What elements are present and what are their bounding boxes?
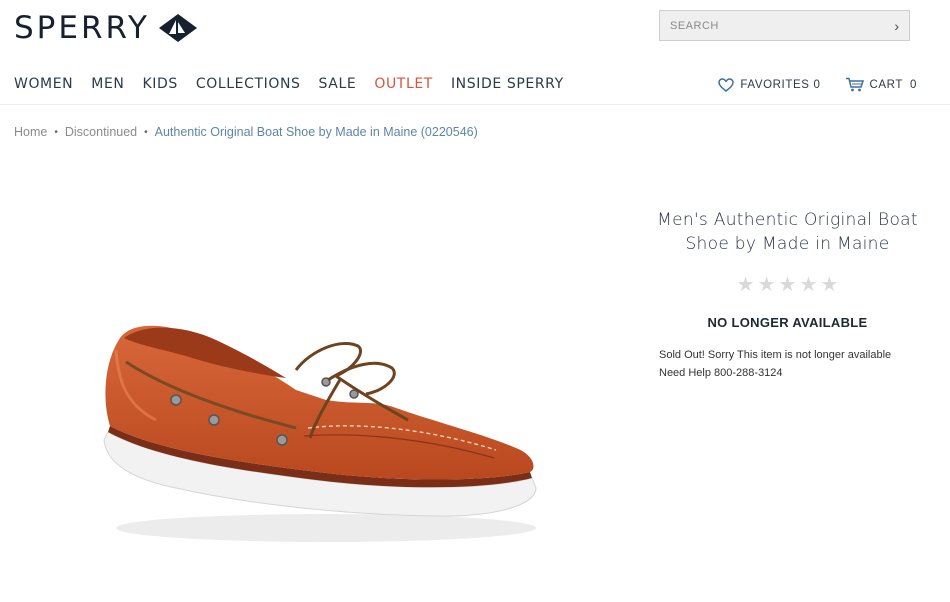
product-info: Men's Authentic Original Boat Shoe by Ma… bbox=[655, 208, 920, 382]
star-icon: ★ bbox=[820, 274, 839, 296]
nav-kids[interactable]: KIDS bbox=[142, 76, 177, 92]
cart-icon bbox=[845, 77, 864, 92]
header-divider bbox=[0, 104, 950, 105]
breadcrumb-separator: • bbox=[144, 126, 148, 138]
breadcrumb-discontinued[interactable]: Discontinued bbox=[65, 125, 137, 139]
cart-count: 0 bbox=[910, 78, 917, 91]
utility-nav: FAVORITES 0 CART 0 bbox=[694, 77, 917, 92]
sperry-logo[interactable]: SPERRY bbox=[14, 10, 198, 46]
favorites-label: FAVORITES bbox=[740, 78, 810, 91]
search-input[interactable] bbox=[670, 19, 870, 32]
main-nav: WOMEN MEN KIDS COLLECTIONS SALE OUTLET I… bbox=[14, 76, 582, 92]
star-icon: ★ bbox=[757, 274, 776, 296]
favorites-link[interactable]: FAVORITES 0 bbox=[718, 77, 821, 92]
cart-label: CART bbox=[869, 78, 903, 91]
star-icon: ★ bbox=[799, 274, 818, 296]
star-icon: ★ bbox=[778, 274, 797, 296]
product-title: Men's Authentic Original Boat Shoe by Ma… bbox=[657, 210, 918, 254]
search-submit-chevron-icon[interactable]: › bbox=[894, 18, 899, 34]
heart-icon bbox=[718, 77, 735, 92]
sold-out-text: Sold Out! Sorry This item is not longer … bbox=[659, 349, 892, 361]
favorites-count: 0 bbox=[813, 78, 821, 91]
nav-women[interactable]: WOMEN bbox=[14, 76, 73, 92]
sail-diamond-icon bbox=[159, 14, 197, 42]
sold-out-message: Sold Out! Sorry This item is not longer … bbox=[655, 346, 920, 382]
nav-outlet[interactable]: OUTLET bbox=[374, 76, 433, 92]
rating-stars[interactable]: ★ ★ ★ ★ ★ bbox=[655, 272, 920, 297]
nav-inside-sperry[interactable]: INSIDE SPERRY bbox=[451, 76, 564, 92]
breadcrumb-separator: • bbox=[54, 126, 58, 138]
nav-men[interactable]: MEN bbox=[91, 76, 124, 92]
cart-link[interactable]: CART 0 bbox=[845, 77, 918, 92]
help-phone-text[interactable]: Need Help 800-288-3124 bbox=[659, 364, 920, 382]
logo-text: SPERRY bbox=[14, 10, 150, 46]
boat-shoe-image[interactable] bbox=[96, 310, 546, 555]
nav-sale[interactable]: SALE bbox=[319, 76, 357, 92]
breadcrumb-current[interactable]: Authentic Original Boat Shoe by Made in … bbox=[155, 125, 478, 139]
availability-status: NO LONGER AVAILABLE bbox=[707, 315, 868, 330]
star-icon: ★ bbox=[736, 274, 755, 296]
search-box[interactable]: › bbox=[659, 10, 910, 41]
nav-collections[interactable]: COLLECTIONS bbox=[196, 76, 301, 92]
breadcrumb-home[interactable]: Home bbox=[14, 125, 47, 139]
breadcrumb: Home • Discontinued • Authentic Original… bbox=[14, 125, 478, 139]
